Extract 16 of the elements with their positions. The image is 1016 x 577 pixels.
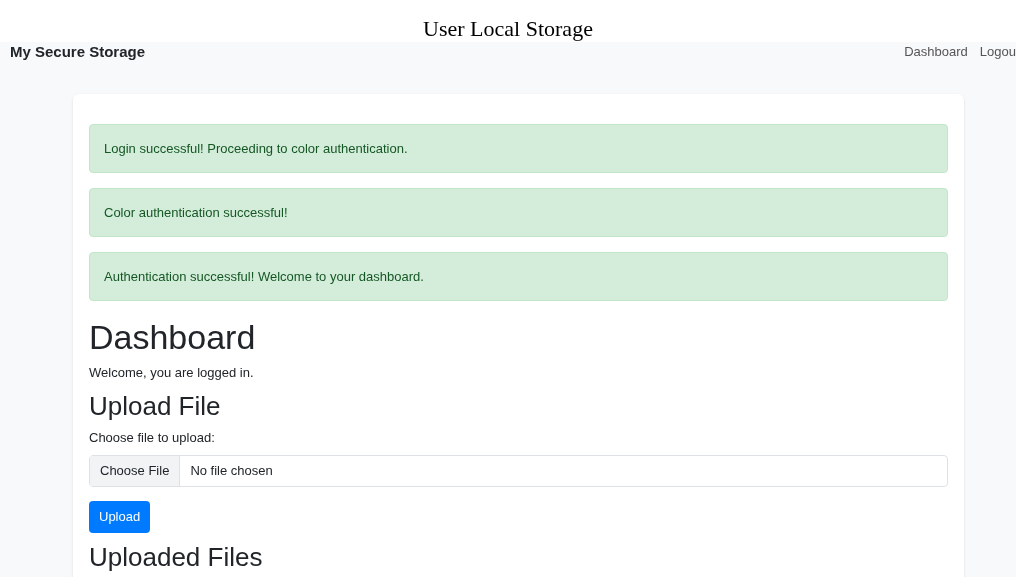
welcome-text: Welcome, you are logged in. <box>89 363 255 382</box>
page-heading: Dashboard <box>89 317 257 358</box>
choose-file-button[interactable]: Choose File <box>90 456 181 486</box>
field-label: Choose file to upload: <box>89 428 216 447</box>
upload-button[interactable]: Upload <box>89 501 151 533</box>
alert-message: Authentication successful! Welcome to your dashboard. <box>89 252 948 301</box>
nav-link[interactable]: Logou <box>979 45 1016 58</box>
alert-message: Login successful! Proceeding to color authentication. <box>89 124 948 173</box>
nav-link[interactable]: Dashboard <box>904 45 968 58</box>
section-heading: Uploaded Files <box>89 541 264 574</box>
page-caption: User Local Storage <box>423 18 593 42</box>
alert-message: Color authentication successful! <box>89 188 948 237</box>
file-status: No file chosen <box>189 462 274 481</box>
section-heading: Upload File <box>89 390 222 423</box>
brand-title[interactable]: My Secure Storage <box>0 42 146 59</box>
file-input[interactable]: Choose File No file chosen <box>89 455 948 487</box>
